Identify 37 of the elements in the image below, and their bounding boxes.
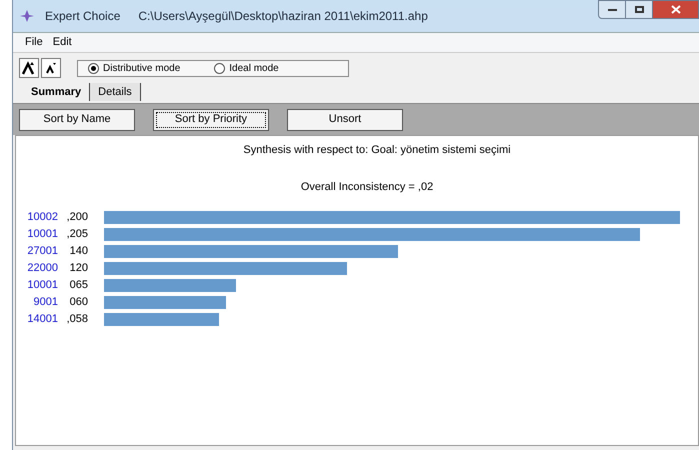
font-increase-button[interactable] (19, 58, 39, 78)
radio-button[interactable] (214, 62, 226, 74)
menu-item[interactable]: File (25, 34, 43, 51)
row-label: 9001 (32, 294, 58, 310)
synthesis-title: Synthesis with respect to: Goal: yönetim sistemi seçimi (243, 143, 511, 158)
radio-label: Ideal mode (229, 62, 279, 76)
sort-button[interactable]: Sort by Priority (153, 108, 269, 130)
row-value: ,205 (66, 226, 88, 242)
row-label: 10001 (26, 278, 58, 293)
row-label: 10002 (26, 210, 58, 225)
row-value: ,200 (66, 210, 88, 225)
font-decrease-icon (45, 62, 57, 74)
menu-item[interactable]: Edit (52, 34, 72, 51)
row-value: ,058 (66, 312, 88, 327)
sort-button[interactable]: Sort by Name (19, 108, 135, 130)
app-icon (19, 8, 35, 24)
inconsistency-text: Overall Inconsistency = ,02 (300, 180, 434, 194)
close-button[interactable] (653, 0, 699, 19)
row-label: 14001 (26, 312, 58, 327)
row-value: 140 (68, 244, 88, 259)
row-label: 22000 (26, 260, 58, 276)
font-increase-icon (22, 61, 36, 75)
font-decrease-button[interactable] (41, 58, 61, 78)
maximize-button[interactable] (626, 0, 653, 19)
row-label: 10001 (26, 226, 58, 242)
row-value: 065 (68, 278, 88, 293)
window-title: Expert Choice (45, 8, 120, 25)
radio-label: Distributive mode (103, 62, 180, 76)
close-icon (670, 5, 680, 14)
row-value: 120 (68, 260, 88, 276)
file-path: C:\Users\Ayşegül\Desktop\haziran 2011\ekim2011.ahp (138, 8, 428, 25)
radio-button[interactable] (88, 62, 99, 74)
tab[interactable]: Details (90, 83, 141, 101)
row-label: 27001 (26, 244, 58, 259)
row-value: 060 (68, 294, 88, 310)
minimize-button[interactable] (598, 0, 626, 19)
sort-button[interactable]: Unsort (287, 108, 403, 130)
